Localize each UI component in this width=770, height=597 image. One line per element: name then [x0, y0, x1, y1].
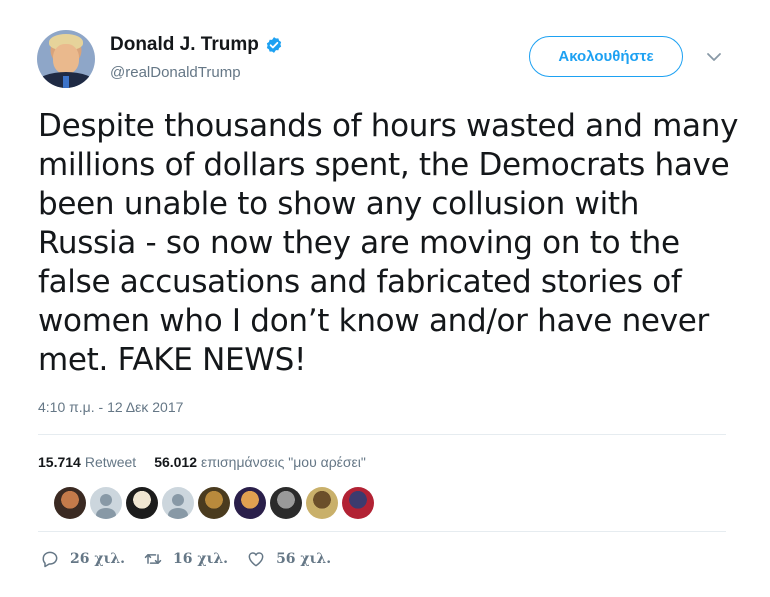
user-handle[interactable]: @realDonaldTrump	[110, 64, 241, 81]
chevron-down-icon[interactable]	[706, 50, 722, 64]
reply-count: 26 χιλ.	[70, 551, 126, 567]
tweet-stats: 15.714 Retweet 56.012 επισημάνσεις "μου …	[38, 454, 366, 470]
profile-avatar[interactable]	[37, 30, 95, 88]
stats-spacer	[140, 454, 150, 470]
tweet-line: been unable to show any collusion with	[38, 186, 640, 222]
tweet-line: Despite thousands of hours wasted and ma…	[38, 108, 739, 144]
tweet-line: met. FAKE NEWS!	[38, 342, 307, 378]
retweet-count: 16 χιλ.	[173, 551, 229, 567]
liker-avatar[interactable]	[90, 487, 122, 519]
tweet-actions: 26 χιλ. 16 χιλ. 56 χιλ.	[40, 549, 349, 569]
likes-label[interactable]: επισημάνσεις "μου αρέσει"	[201, 454, 366, 470]
retweet-button[interactable]: 16 χιλ.	[143, 549, 228, 569]
like-count: 56 χιλ.	[276, 551, 332, 567]
retweets-count[interactable]: 15.714	[38, 454, 81, 470]
divider	[38, 434, 726, 435]
liker-avatar[interactable]	[342, 487, 374, 519]
like-button[interactable]: 56 χιλ.	[246, 549, 331, 569]
divider	[38, 531, 726, 532]
retweet-icon	[144, 554, 162, 564]
liker-avatar[interactable]	[234, 487, 266, 519]
liker-avatars	[54, 487, 374, 519]
liker-avatar[interactable]	[198, 487, 230, 519]
avatar-face	[53, 44, 79, 74]
tweet-line: women who I don’t know and/or have never	[38, 303, 709, 339]
user-name-row[interactable]: Donald J. Trump	[110, 34, 283, 56]
display-name[interactable]: Donald J. Trump	[110, 34, 259, 56]
follow-button[interactable]: Ακολουθήστε	[529, 36, 683, 77]
heart-icon	[248, 552, 264, 567]
avatar-tie	[63, 76, 69, 88]
likes-count[interactable]: 56.012	[154, 454, 197, 470]
retweets-label[interactable]: Retweet	[85, 454, 136, 470]
tweet-line: Russia - so now they are moving on to th…	[38, 225, 680, 261]
liker-avatar[interactable]	[270, 487, 302, 519]
liker-avatar[interactable]	[54, 487, 86, 519]
verified-badge-icon	[266, 37, 281, 53]
tweet-line: millions of dollars spent, the Democrats…	[38, 147, 730, 183]
liker-avatar[interactable]	[306, 487, 338, 519]
reply-icon	[42, 551, 58, 568]
tweet-line: false accusations and fabricated stories…	[38, 264, 682, 300]
reply-button[interactable]: 26 χιλ.	[40, 549, 125, 569]
tweet-timestamp[interactable]: 4:10 π.μ. - 12 Δεκ 2017	[38, 399, 183, 415]
liker-avatar[interactable]	[162, 487, 194, 519]
liker-avatar[interactable]	[126, 487, 158, 519]
tweet-text: Despite thousands of hours wasted and ma…	[38, 107, 738, 380]
